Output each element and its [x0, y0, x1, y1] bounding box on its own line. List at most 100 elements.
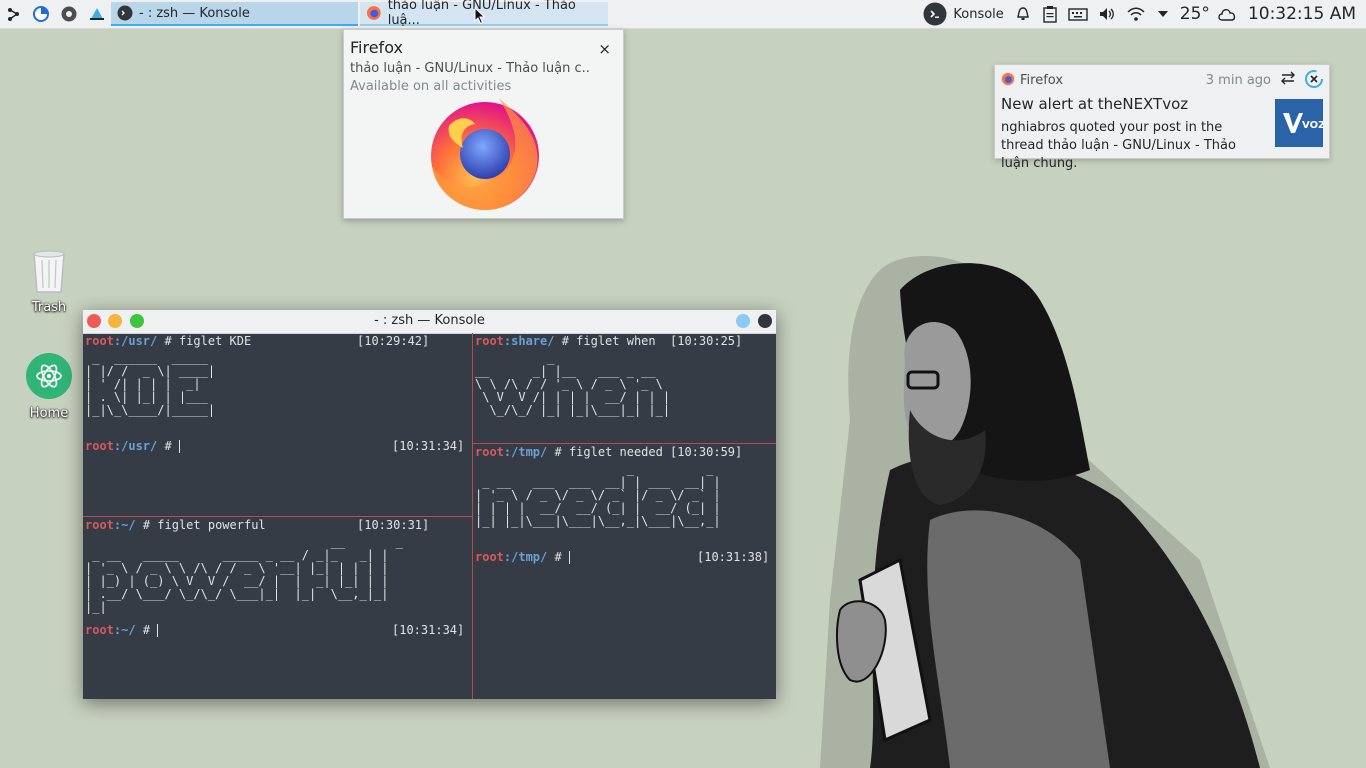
prompt-user: root — [475, 550, 504, 564]
command-timestamp: [10:30:31] — [357, 518, 430, 532]
desktop-icon-trash[interactable]: Trash — [9, 248, 89, 315]
konsole-icon — [117, 5, 133, 21]
prompt-symbol: # — [547, 550, 569, 564]
prompt-path: :~/ — [113, 518, 136, 532]
system-tray: Konsole 25° 10:32:15 AM — [918, 0, 1366, 28]
notification-popup[interactable]: Firefox 3 min ago New alert at theNEXTvo… — [994, 64, 1330, 171]
notification-title: New alert at theNEXTvoz — [1001, 95, 1189, 113]
figlet-output: __ _ _ __ _____ _____ _ __ / _|_ _| | | … — [85, 535, 403, 614]
home-folder-icon — [26, 353, 72, 399]
command-line: root:/usr/ # figlet KDE — [85, 334, 251, 349]
prompt-path: :~/ — [113, 623, 136, 637]
window-menu-button[interactable] — [758, 314, 772, 328]
tooltip-activities: Available on all activities — [350, 79, 512, 94]
notification-app-name: Firefox — [1020, 73, 1064, 88]
text-cursor — [178, 440, 180, 453]
close-icon[interactable] — [1305, 70, 1323, 88]
cloudy-weather-icon — [1218, 9, 1236, 21]
prompt-user: root — [85, 439, 114, 453]
prompt-user: root — [475, 445, 504, 459]
prompt-user: root — [85, 334, 114, 348]
command-text: # figlet KDE — [157, 334, 252, 348]
voz-logo-icon: VOZ — [1275, 99, 1325, 147]
keyboard-icon — [1068, 8, 1088, 21]
command-line: root:share/ # figlet when — [475, 334, 656, 349]
application-launcher[interactable] — [0, 0, 28, 28]
configure-icon[interactable] — [1280, 70, 1296, 86]
window-title: - : zsh — Konsole — [374, 313, 485, 328]
tray-clipboard[interactable] — [1037, 0, 1063, 28]
tooltip-window-title: thảo luận - GNU/Linux - Thảo luận c... — [350, 61, 590, 76]
notification-time: 3 min ago — [1205, 73, 1271, 88]
browser-icon — [33, 6, 49, 22]
weather-widget[interactable]: 25° — [1175, 0, 1243, 28]
prompt-line[interactable]: root:~/ # — [85, 623, 159, 638]
task-label: - : zsh — Konsole — [139, 5, 250, 21]
temperature-label: 25° — [1179, 4, 1210, 24]
alarm-bell-icon — [1016, 7, 1029, 20]
command-timestamp: [10:29:42] — [357, 334, 430, 348]
command-text: # figlet needed — [547, 445, 663, 459]
clipboard-icon — [1043, 6, 1057, 23]
figlet-output: _ ______ _____ | |/ / _ \| ____| | ' /| … — [85, 351, 216, 417]
active-window-label: Konsole — [953, 6, 1004, 22]
tray-network[interactable] — [1121, 0, 1151, 28]
active-window-indicator[interactable]: Konsole — [918, 0, 1008, 28]
terminal-pane-tmp[interactable]: root:/tmp/ # figlet needed [10:30:59] _ … — [473, 444, 776, 699]
task-konsole[interactable]: - : zsh — Konsole — [111, 2, 358, 26]
prompt-user: root — [85, 518, 114, 532]
digital-clock[interactable]: 10:32:15 AM — [1243, 0, 1366, 28]
kde-menu-icon — [8, 8, 19, 21]
voz-logo-text: VOZ — [1302, 120, 1323, 131]
prompt-path: :/tmp/ — [503, 550, 548, 564]
top-panel: - : zsh — Konsole thảo luận - GNU/Linux … — [0, 0, 1366, 29]
launcher-browser[interactable] — [27, 0, 55, 28]
prompt-path: :share/ — [503, 334, 555, 348]
mouse-pointer-icon — [474, 7, 486, 25]
terminal-pane-home[interactable]: root:~/ # figlet powerful [10:30:31] __ … — [83, 517, 472, 699]
prompt-symbol: # — [135, 623, 158, 637]
terminal-pane-share[interactable]: root:share/ # figlet when [10:30:25] _ _… — [473, 333, 776, 443]
firefox-icon — [1001, 72, 1015, 86]
tray-notifications[interactable] — [1009, 0, 1037, 28]
command-line: root:~/ # figlet powerful — [85, 518, 266, 533]
window-titlebar[interactable]: - : zsh — Konsole — [83, 310, 776, 334]
firefox-icon — [366, 6, 381, 20]
task-preview-tooltip: Firefox × thảo luận - GNU/Linux - Thảo l… — [343, 29, 624, 219]
trash-icon — [33, 250, 65, 293]
tooltip-close-button[interactable]: × — [598, 40, 611, 58]
prompt-line[interactable]: root:/usr/ # — [85, 439, 180, 454]
firefox-logo-icon[interactable] — [429, 96, 541, 212]
launcher-settings[interactable] — [55, 0, 83, 28]
figlet-output: _ __ _| |__ ___ _ __ \ \ /\ / / '_ \ / _… — [475, 351, 671, 417]
discover-icon — [90, 8, 104, 20]
tray-expander[interactable] — [1151, 0, 1175, 28]
tooltip-title: Firefox — [350, 38, 403, 57]
desktop-icon-home[interactable]: Home — [9, 352, 89, 421]
prompt-timestamp: [10:31:38] — [697, 550, 770, 564]
system-settings-icon — [61, 6, 77, 22]
volume-icon — [1099, 8, 1114, 20]
prompt-path: :/tmp/ — [503, 445, 548, 459]
desktop-icon-label: Home — [29, 406, 69, 421]
launcher-discover[interactable] — [83, 0, 111, 28]
prompt-symbol: # — [157, 439, 179, 453]
prompt-timestamp: [10:31:34] — [392, 439, 465, 453]
tray-volume[interactable] — [1093, 0, 1121, 28]
prompt-path: :/usr/ — [113, 334, 158, 348]
tray-keyboard[interactable] — [1063, 0, 1093, 28]
command-text: # figlet when — [554, 334, 656, 348]
command-text: # figlet powerful — [135, 518, 266, 532]
terminal-pane-usr[interactable]: root:/usr/ # figlet KDE [10:29:42] _ ___… — [83, 333, 472, 516]
prompt-line[interactable]: root:/tmp/ # — [475, 550, 570, 565]
chevron-down-icon — [1157, 11, 1168, 17]
prompt-user: root — [475, 334, 504, 348]
text-cursor — [157, 624, 159, 637]
keep-above-button[interactable] — [736, 314, 750, 328]
task-label: thảo luận - GNU/Linux - Thảo luậ... — [387, 0, 576, 28]
text-cursor — [568, 551, 570, 564]
command-timestamp: [10:30:25] — [670, 334, 743, 348]
konsole-icon — [923, 2, 947, 26]
wifi-icon — [1127, 7, 1145, 21]
konsole-window[interactable]: - : zsh — Konsole root:/usr/ # figlet KD… — [83, 310, 776, 699]
